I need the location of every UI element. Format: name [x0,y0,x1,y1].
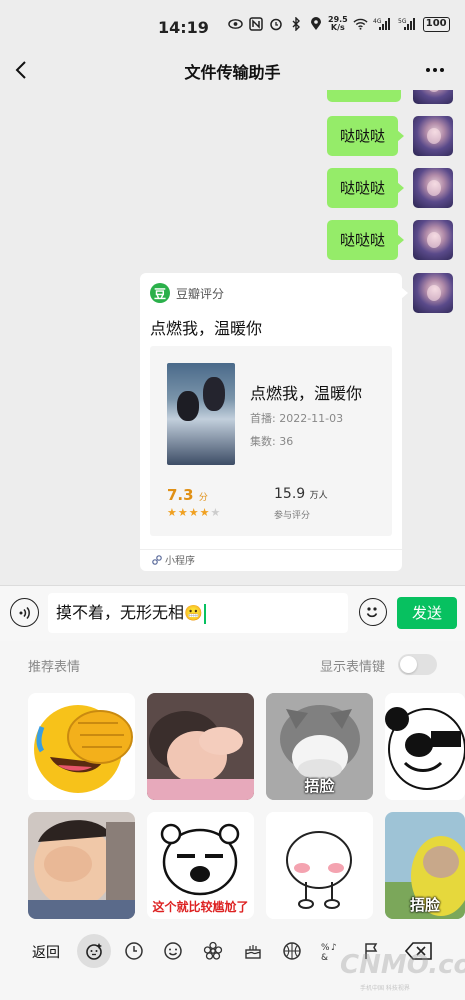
message-bubble[interactable]: 哒哒哒 [327,116,405,156]
sticker-search-icon[interactable] [77,934,111,968]
sticker-kid-cover[interactable] [28,812,135,919]
message-bubble-partial[interactable] [327,90,401,102]
sticker-cat-cover[interactable]: 捂脸 [266,693,373,800]
svg-text:%: % [321,943,330,953]
flower-icon[interactable] [200,938,226,964]
svg-text:&: & [321,953,328,962]
recent-clock-icon[interactable] [121,938,147,964]
movie-episodes: 集数: 36 [250,435,294,448]
bluetooth-icon [288,17,303,32]
show-emoji-key-label: 显示表情键 [320,660,386,675]
baby-sticker-image [147,693,254,800]
sticker-baby-hide[interactable] [147,693,254,800]
net-speed: 29.5 K/s [328,16,348,32]
facepalm-emoji-icon [34,705,133,793]
text-caret [203,603,206,624]
watermark-subtitle: 手机中国 科技视界 [360,985,410,992]
input-bar: 摸不着，无形无相😬 发送 [0,585,465,641]
rating-count: 15.9 万人 [274,486,328,502]
mini-program-icon [152,554,162,565]
movie-premiere: 首播: 2022-11-03 [250,412,344,425]
avatar[interactable] [413,273,453,313]
star-half-icon: ★ [199,506,211,519]
voice-icon[interactable] [10,598,39,627]
rating-unit: 分 [198,493,208,503]
message-bubble[interactable]: 哒哒哒 [327,168,405,208]
card-source: 豆 豆瓣评分 [150,283,224,303]
movie-poster [167,363,235,465]
sticker-panda-cover[interactable] [385,693,465,800]
eye-icon [228,17,243,32]
watermark-logo: CNMO.com [340,950,465,980]
wifi-icon [353,17,368,32]
battery-icon: 100 [422,16,450,32]
message-input-text: 摸不着，无形无相 [56,603,185,622]
avatar[interactable] [413,168,453,208]
recommended-stickers-label: 推荐表情 [28,660,81,675]
mini-program-label: 小程序 [152,552,195,567]
douban-logo-icon: 豆 [150,283,170,303]
cake-icon[interactable] [240,938,266,964]
rating-count-value: 15.9 [274,486,306,502]
rating-count-label: 参与评分 [274,511,311,521]
page-title: 文件传输助手 [184,63,281,82]
rating-score: 7.3 分 [167,486,208,504]
avatar[interactable] [413,116,453,156]
sticker-bear-awkward[interactable]: 这个就比较尴尬了 [147,812,254,919]
avatar[interactable] [413,220,453,260]
rating-value: 7.3 [167,486,194,504]
show-emoji-key-toggle[interactable] [398,654,437,675]
card-title: 点燃我，温暖你 [150,319,263,338]
sticker-caption: 这个就比较尴尬了 [152,900,249,914]
star-icon: ★ [167,506,178,519]
sticker-caption: 捂脸 [304,777,335,795]
alarm-icon [268,17,283,32]
nfc-icon [248,17,263,32]
smiley-icon[interactable] [160,938,186,964]
kid-sticker-image [28,812,135,919]
message-bubble[interactable]: 哒哒哒 [327,220,405,260]
card-source-label: 豆瓣评分 [176,286,225,301]
sticker-facepalm-emoji[interactable] [28,693,135,800]
movie-info: 点燃我，温暖你 首播: 2022-11-03 集数: 36 7.3 分 ★★★★… [150,346,392,536]
signal-icon-2: 5G [398,17,418,32]
avatar[interactable] [413,90,453,104]
blush-sticker-image [266,812,373,919]
panda-sticker-image [385,693,465,800]
sticker-caption: 捂脸 [409,896,440,914]
mini-program-text: 小程序 [165,556,195,567]
card-divider [140,549,402,550]
star-icon: ★ [177,506,189,519]
more-icon[interactable] [423,58,447,82]
message-input[interactable]: 摸不着，无形无相😬 [48,593,348,633]
svg-text:♪: ♪ [331,943,337,953]
star-empty-icon: ★ [210,506,222,519]
sticker-blush-cover[interactable] [266,812,373,919]
basketball-icon[interactable] [279,938,305,964]
location-icon [308,17,323,32]
nav-bar: 文件传输助手 [0,50,465,90]
grimace-emoji-icon: 😬 [184,604,203,622]
status-bar: 14:19 29.5 K/s 4G 5G 100 [0,0,465,50]
movie-name: 点燃我，温暖你 [250,384,363,403]
rating-count-unit: 万人 [309,491,328,501]
return-button[interactable]: 返回 [32,942,60,962]
chat-area[interactable]: 哒哒哒 哒哒哒 哒哒哒 豆 豆瓣评分 点燃我，温暖你 点燃我，温暖你 首播: 2… [0,90,465,585]
signal-label-1: 4G [373,18,382,25]
signal-label-2: 5G [398,18,407,25]
mini-program-card[interactable]: 豆 豆瓣评分 点燃我，温暖你 点燃我，温暖你 首播: 2022-11-03 集数… [140,273,408,571]
status-icons: 29.5 K/s 4G 5G 100 [228,16,450,32]
rating-stars: ★★★★★ [167,506,221,519]
signal-icon: 4G [373,17,393,32]
emoji-icon[interactable] [359,598,387,626]
star-icon: ★ [188,506,200,519]
send-button[interactable]: 发送 [397,597,457,629]
sticker-teletubby-cover[interactable]: 捂脸 [385,812,465,919]
status-time: 14:19 [158,18,209,37]
net-speed-unit: K/s [330,23,345,32]
